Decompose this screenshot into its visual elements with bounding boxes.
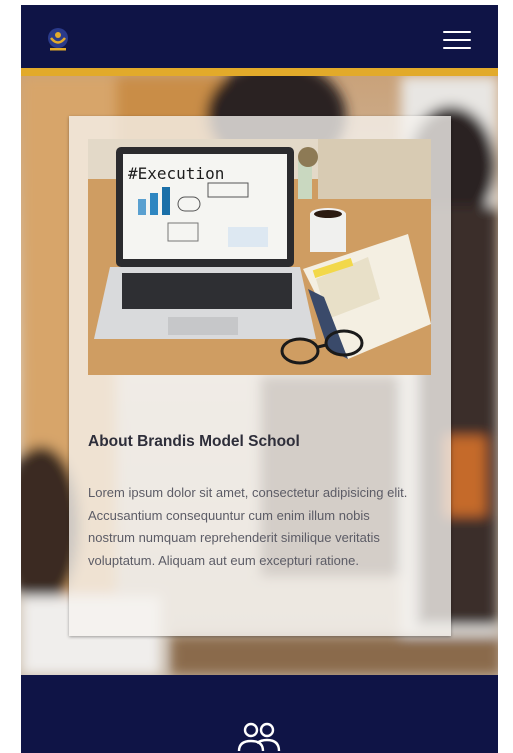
about-card: #Execution About Brandis Model School Lo…: [69, 116, 451, 636]
footer-band: [21, 675, 498, 753]
image-caption-text: #Execution: [128, 164, 224, 183]
page-frame: #Execution About Brandis Model School Lo…: [21, 5, 498, 753]
laptop-desk-photo: #Execution: [88, 139, 431, 375]
school-crest-icon[interactable]: [45, 27, 71, 53]
users-icon: [237, 722, 281, 752]
hamburger-menu-icon[interactable]: [443, 31, 473, 51]
top-navbar: [21, 5, 498, 68]
header-accent-strip: [21, 68, 498, 76]
about-image: #Execution: [88, 139, 431, 375]
about-description: Lorem ipsum dolor sit amet, consectetur …: [88, 485, 408, 568]
about-title: About Brandis Model School: [88, 433, 300, 450]
